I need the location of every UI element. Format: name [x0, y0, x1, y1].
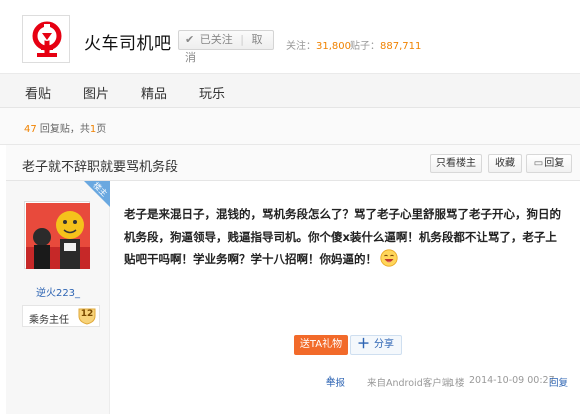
send-gift-button[interactable]: 送TA礼物	[294, 335, 348, 355]
posts-count: 887,711	[380, 41, 422, 52]
thread-title-bar: 老子就不辞职就要骂机务段 只看楼主 收藏 ▭回复	[6, 145, 580, 181]
comment-icon: ▭	[533, 158, 544, 169]
followers-count: 31,800	[316, 41, 351, 52]
level-number: 12	[80, 309, 94, 319]
posts-label: 贴子：	[350, 41, 380, 52]
favorite-button[interactable]: 收藏	[488, 154, 522, 173]
tab-posts[interactable]: 看贴	[25, 83, 51, 102]
forum-header: 火车司机吧 ✔ 已关注 | 取消 关注：31,800 贴子：887,711	[0, 0, 580, 74]
tab-images[interactable]: 图片	[83, 83, 109, 102]
followed-label: 已关注	[199, 33, 233, 46]
plus-icon: ＋	[357, 337, 371, 352]
divider: |	[240, 33, 244, 46]
member-rank[interactable]: 乘务主任 12	[22, 305, 100, 327]
post-floor-1: 逆火223_ 乘务主任 12 楼主 老子是来混日子，混钱的，骂机务段怎么了？骂了…	[6, 181, 580, 414]
tab-featured[interactable]: 精品	[141, 83, 167, 102]
reply-button[interactable]: ▭回复	[526, 154, 572, 173]
share-button[interactable]: ＋分享	[350, 335, 402, 355]
avatar[interactable]	[24, 201, 90, 269]
report-label: 举报	[326, 378, 346, 389]
rank-title: 乘务主任	[29, 315, 69, 326]
forum-title[interactable]: 火车司机吧	[84, 29, 172, 54]
followers-label: 关注：	[286, 41, 316, 52]
post-time: 2014-10-09 00:27	[469, 375, 555, 386]
check-icon: ✔	[185, 33, 195, 46]
thread-title: 老子就不辞职就要骂机务段	[22, 160, 179, 175]
author-name[interactable]: 逆火223_	[6, 284, 110, 299]
share-label: 分享	[374, 339, 395, 350]
reply-text: 回复贴，共	[39, 124, 90, 135]
reply-count: 47	[24, 124, 37, 135]
followers-stat: 关注：31,800	[286, 37, 351, 52]
client-source: 来自Android客户端	[367, 378, 452, 389]
reply-summary: 47 回复贴，共1页	[24, 120, 106, 135]
floor-number: 1楼	[449, 378, 465, 389]
follow-toggle[interactable]: ✔ 已关注 | 取消	[178, 30, 274, 64]
china-railway-logo-icon	[32, 21, 62, 57]
laughing-emoji-icon	[380, 249, 398, 267]
author-panel: 逆火223_ 乘务主任 12	[6, 181, 110, 414]
reply-link[interactable]: 回复	[549, 375, 568, 389]
only-op-button[interactable]: 只看楼主	[430, 154, 482, 173]
forum-logo[interactable]	[22, 15, 70, 63]
avatar-image-icon	[26, 203, 90, 269]
page-suffix: 页	[96, 124, 107, 135]
post-body: 老子是来混日子，混钱的，骂机务段怎么了？骂了老子心里舒服骂了老子开心，狗日的机务…	[124, 203, 564, 271]
thread-stats-bar: 47 回复贴，共1页	[0, 108, 580, 145]
tab-fun[interactable]: 玩乐	[199, 83, 225, 102]
posts-stat: 贴子：887,711	[350, 37, 421, 52]
post-meta: ⚠ 举报 来自Android客户端 1楼 2014-10-09 00:27 回复	[326, 375, 576, 391]
post-text: 老子是来混日子，混钱的，骂机务段怎么了？骂了老子心里舒服骂了老子开心，狗日的机务…	[124, 207, 561, 266]
reply-button-label: 回复	[544, 158, 565, 169]
forum-nav: 看贴 图片 精品 玩乐	[0, 74, 580, 108]
